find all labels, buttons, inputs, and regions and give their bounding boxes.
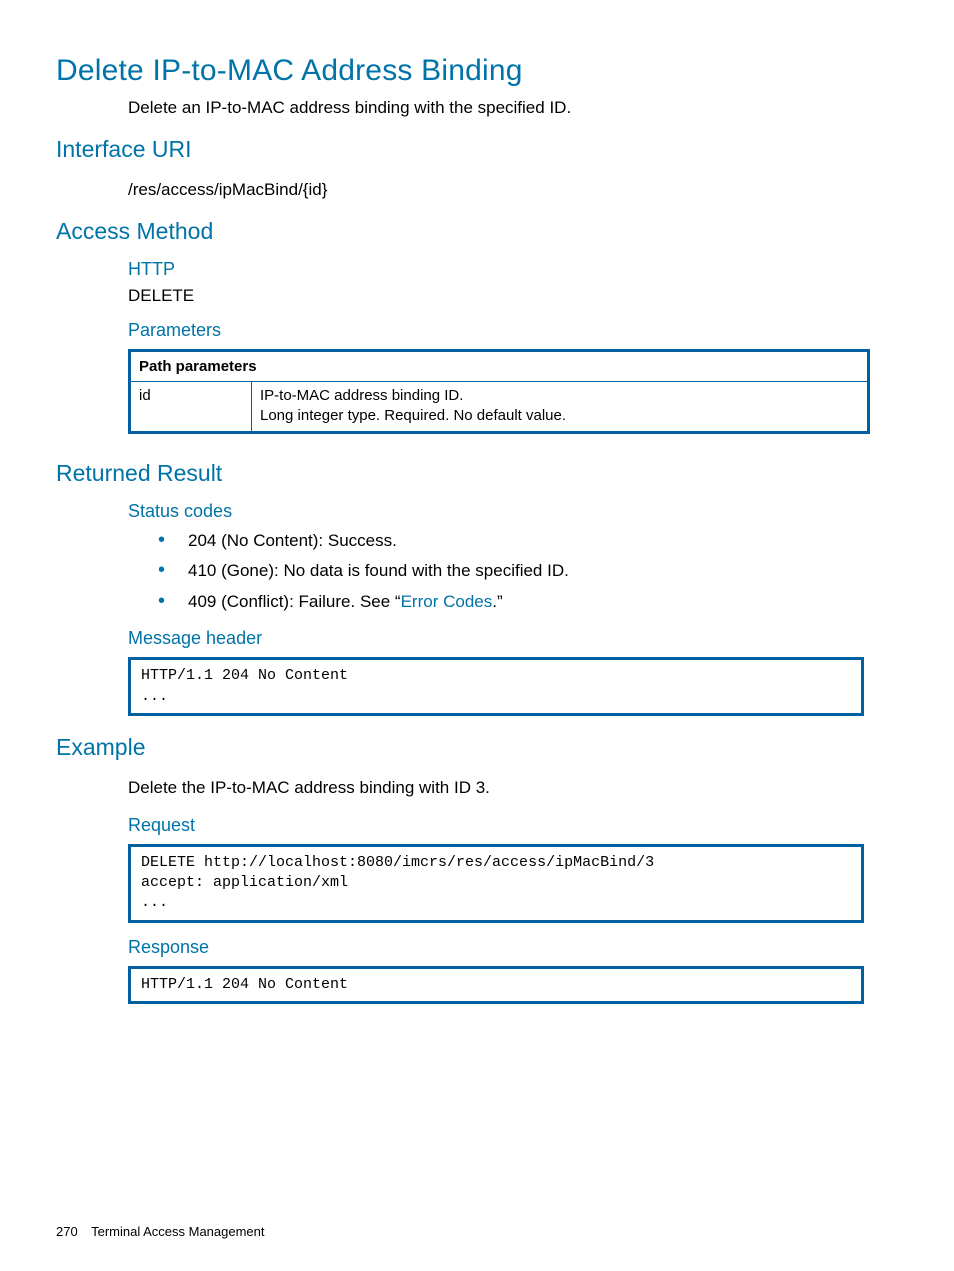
status-codes-list: 204 (No Content): Success. 410 (Gone): N… xyxy=(152,530,876,615)
list-item: 204 (No Content): Success. xyxy=(152,530,876,553)
list-item: 410 (Gone): No data is found with the sp… xyxy=(152,560,876,583)
status-text-pre: 409 (Conflict): Failure. See “ xyxy=(188,592,401,611)
table-row: id IP-to-MAC address binding ID. Long in… xyxy=(130,382,869,433)
parameters-heading: Parameters xyxy=(128,320,876,341)
interface-uri-heading: Interface URI xyxy=(56,136,876,163)
table-header-row: Path parameters xyxy=(130,351,869,382)
message-header-code: HTTP/1.1 204 No Content ... xyxy=(128,657,864,716)
access-method-heading: Access Method xyxy=(56,218,876,245)
param-name-cell: id xyxy=(130,382,252,433)
parameters-table: Path parameters id IP-to-MAC address bin… xyxy=(128,349,870,434)
http-value: DELETE xyxy=(128,286,876,306)
returned-result-heading: Returned Result xyxy=(56,460,876,487)
error-codes-link[interactable]: Error Codes xyxy=(401,592,493,611)
example-heading: Example xyxy=(56,734,876,761)
example-intro: Delete the IP-to-MAC address binding wit… xyxy=(128,778,876,798)
param-desc-cell: IP-to-MAC address binding ID. Long integ… xyxy=(252,382,869,433)
response-heading: Response xyxy=(128,937,876,958)
http-heading: HTTP xyxy=(128,259,876,280)
param-desc-line1: IP-to-MAC address binding ID. xyxy=(260,387,463,404)
param-desc-line2: Long integer type. Required. No default … xyxy=(260,407,566,424)
page-footer: 270 Terminal Access Management xyxy=(56,1224,265,1239)
page-title: Delete IP-to-MAC Address Binding xyxy=(56,54,876,88)
page-number: 270 xyxy=(56,1224,78,1239)
footer-section: Terminal Access Management xyxy=(91,1224,264,1239)
list-item: 409 (Conflict): Failure. See “Error Code… xyxy=(152,591,876,614)
status-text-post: .” xyxy=(492,592,502,611)
table-header-cell: Path parameters xyxy=(130,351,869,382)
interface-uri-value: /res/access/ipMacBind/{id} xyxy=(128,180,876,200)
request-heading: Request xyxy=(128,815,876,836)
intro-text: Delete an IP-to-MAC address binding with… xyxy=(128,98,876,118)
response-code: HTTP/1.1 204 No Content xyxy=(128,966,864,1004)
message-header-heading: Message header xyxy=(128,628,876,649)
page-container: Delete IP-to-MAC Address Binding Delete … xyxy=(0,0,954,1271)
status-codes-heading: Status codes xyxy=(128,501,876,522)
request-code: DELETE http://localhost:8080/imcrs/res/a… xyxy=(128,844,864,923)
